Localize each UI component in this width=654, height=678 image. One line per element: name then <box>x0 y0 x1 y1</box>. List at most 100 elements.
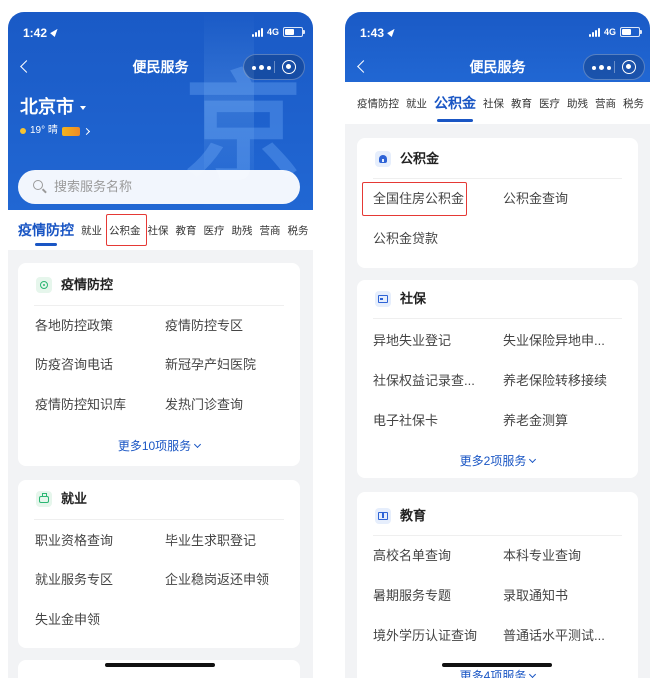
service-item[interactable]: 境外学历认证查询 <box>373 626 477 646</box>
tab-epidemic[interactable]: 疫情防控 <box>357 82 399 124</box>
service-item[interactable]: 失业金申领 <box>35 610 100 630</box>
service-item[interactable]: 职业资格查询 <box>35 531 113 551</box>
tab-education[interactable]: 教育 <box>511 82 532 124</box>
service-item[interactable]: 公积金查询 <box>503 189 568 209</box>
service-item[interactable]: 各地防控政策 <box>35 316 113 336</box>
tab-medical[interactable]: 医疗 <box>539 82 560 124</box>
capsule-close-icon[interactable] <box>622 60 636 74</box>
more-dots-icon[interactable] <box>592 65 611 70</box>
service-item[interactable]: 本科专业查询 <box>503 546 581 566</box>
tab-education[interactable]: 教育 <box>176 210 197 250</box>
tab-social-security[interactable]: 社保 <box>483 82 504 124</box>
service-item[interactable]: 毕业生求职登记 <box>165 531 256 551</box>
service-item[interactable]: 养老金测算 <box>503 411 568 431</box>
chevron-down-icon <box>529 670 537 678</box>
service-item[interactable]: 异地失业登记 <box>373 331 451 351</box>
service-card-housing-fund: 公积金 全国住房公积金 公积金查询 公积金贷款 <box>357 138 638 268</box>
tab-disability[interactable]: 助残 <box>567 82 588 124</box>
chevron-down-icon <box>529 455 537 464</box>
service-item[interactable]: 疫情防控知识库 <box>35 395 126 415</box>
battery-icon <box>620 27 642 37</box>
card-title: 社保 <box>400 291 427 306</box>
tab-employment[interactable]: 就业 <box>81 210 102 250</box>
mini-program-capsule <box>583 54 645 80</box>
card-title: 公积金 <box>400 151 440 166</box>
sun-icon <box>20 128 26 134</box>
divider <box>373 535 622 536</box>
tab-employment[interactable]: 就业 <box>406 82 427 124</box>
status-indicators: 4G <box>251 26 305 38</box>
more-services-label: 更多4项服务 <box>459 669 527 678</box>
tab-disability[interactable]: 助残 <box>232 210 253 250</box>
divider <box>34 305 284 306</box>
service-item[interactable]: 疫情防控专区 <box>165 316 243 336</box>
service-item[interactable]: 暑期服务专题 <box>373 586 451 606</box>
signal-icon <box>251 27 263 37</box>
highlight-box <box>106 214 147 246</box>
service-item[interactable]: 失业保险异地申... <box>503 331 605 351</box>
service-item[interactable]: 防疫咨询电话 <box>35 355 113 375</box>
search-placeholder: 搜索服务名称 <box>54 179 133 194</box>
service-item[interactable]: 电子社保卡 <box>373 411 438 431</box>
service-item[interactable]: 就业服务专区 <box>35 570 113 590</box>
tab-tax[interactable]: 税务 <box>623 82 644 124</box>
status-indicators: 4G <box>588 26 642 38</box>
tab-business[interactable]: 营商 <box>260 210 281 250</box>
chevron-right-icon <box>82 127 90 135</box>
header-banner: 1:43 4G 便民服务 <box>345 12 650 82</box>
header-banner: 京 1:42 4G 便民服务 北京市 19° 晴 搜索服务名称 <box>8 12 313 210</box>
more-dots-icon[interactable] <box>252 65 271 70</box>
shield-ring-icon <box>36 277 52 293</box>
city-selector[interactable]: 北京市 <box>20 96 86 118</box>
tab-medical[interactable]: 医疗 <box>204 210 225 250</box>
capsule-divider <box>274 61 275 73</box>
search-input[interactable]: 搜索服务名称 <box>18 170 300 204</box>
more-services-button[interactable]: 更多2项服务 <box>357 451 638 471</box>
phone-screenshot-right: 1:43 4G 便民服务 疫情防控 就业 公积金 社保 教育 医疗 助残 营商 … <box>345 12 650 678</box>
service-item[interactable]: 普通话水平测试... <box>503 626 605 646</box>
more-services-button[interactable]: 更多4项服务 <box>357 666 638 678</box>
tab-housing-fund[interactable]: 公积金 <box>434 82 476 124</box>
service-item[interactable]: 新冠孕产妇医院 <box>165 355 256 375</box>
divider <box>373 178 622 179</box>
card-title: 疫情防控 <box>61 277 114 292</box>
home-indicator[interactable] <box>105 663 215 667</box>
mini-program-capsule <box>243 54 305 80</box>
tab-business[interactable]: 营商 <box>595 82 616 124</box>
service-item[interactable]: 录取通知书 <box>503 586 568 606</box>
weather-info[interactable]: 19° 晴 <box>20 124 90 138</box>
service-item[interactable]: 养老保险转移接续 <box>503 371 607 391</box>
tab-tax[interactable]: 税务 <box>288 210 309 250</box>
card-icon <box>375 291 391 307</box>
tab-social-security[interactable]: 社保 <box>148 210 169 250</box>
briefcase-icon <box>36 491 52 507</box>
card-header: 就业 <box>36 489 87 509</box>
service-item[interactable]: 公积金贷款 <box>373 229 438 249</box>
service-item[interactable]: 发热门诊查询 <box>165 395 243 415</box>
home-indicator[interactable] <box>442 663 552 667</box>
network-type: 4G <box>603 27 616 37</box>
tab-epidemic[interactable]: 疫情防控 <box>18 210 74 250</box>
location-arrow-icon <box>387 27 397 37</box>
service-item[interactable]: 全国住房公积金 <box>373 189 464 209</box>
divider <box>34 519 284 520</box>
signal-icon <box>588 27 600 37</box>
phone-screenshot-left: 京 1:42 4G 便民服务 北京市 19° 晴 搜索服务名称 疫情防控 就业 … <box>8 12 313 678</box>
capsule-close-icon[interactable] <box>282 60 296 74</box>
category-tabs: 疫情防控 就业 公积金 社保 教育 医疗 助残 营商 税务 <box>8 210 313 250</box>
house-icon <box>375 151 391 167</box>
service-item[interactable]: 高校名单查询 <box>373 546 451 566</box>
search-icon <box>33 180 43 190</box>
more-services-button[interactable]: 更多10项服务 <box>18 436 300 456</box>
location-arrow-icon <box>50 27 60 37</box>
card-header: 疫情防控 <box>36 275 113 295</box>
status-time: 1:42 <box>23 26 48 40</box>
service-item[interactable]: 社保权益记录查... <box>373 371 475 391</box>
card-header: 公积金 <box>375 149 439 169</box>
capsule-divider <box>614 61 615 73</box>
chevron-down-icon <box>80 106 86 110</box>
chevron-down-icon <box>194 440 202 449</box>
service-card-education: 教育 高校名单查询 本科专业查询 暑期服务专题 录取通知书 境外学历认证查询 普… <box>357 492 638 678</box>
divider <box>373 318 622 319</box>
service-item[interactable]: 企业稳岗返还申领 <box>165 570 269 590</box>
